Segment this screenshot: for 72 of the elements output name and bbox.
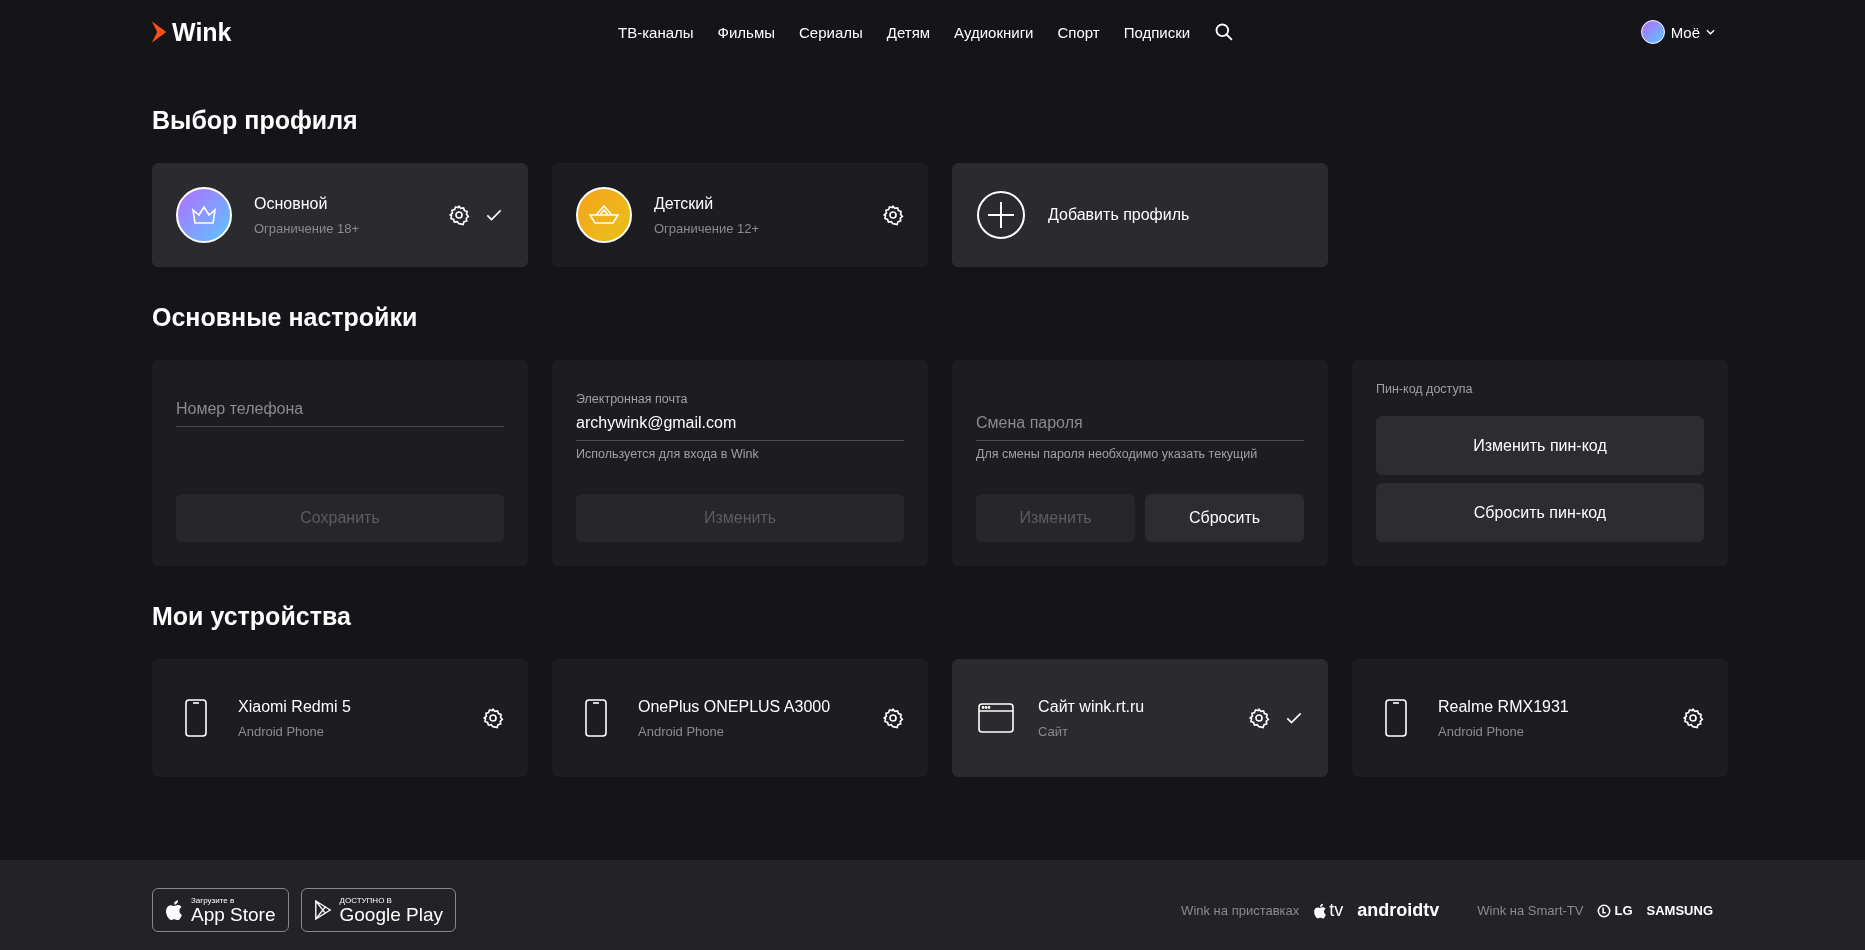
profile-restriction: Ограничение 12+: [654, 220, 761, 236]
device-card[interactable]: Realme RMX1931 Android Phone: [1352, 659, 1728, 777]
phone-input[interactable]: Номер телефона: [176, 392, 504, 427]
password-button[interactable]: Сбросить: [1145, 494, 1304, 542]
device-name: Realme RMX1931: [1438, 697, 1570, 716]
nav-link[interactable]: ТВ-каналы: [618, 23, 694, 41]
smartphone-icon: [585, 699, 607, 737]
add-profile-label: Добавить профиль: [1048, 206, 1190, 224]
device-card[interactable]: Xiaomi Redmi 5 Android Phone: [152, 659, 528, 777]
store-name: Google Play: [339, 904, 443, 924]
crown-avatar-icon: [176, 187, 232, 243]
smartphone-icon: [1385, 699, 1407, 737]
profile-menu-button[interactable]: Моё: [1640, 20, 1715, 44]
email-input[interactable]: archywink@gmail.com: [576, 412, 904, 441]
browser-window-icon: [978, 703, 1014, 733]
section-title: Мои устройства: [152, 602, 352, 631]
password-input[interactable]: Смена пароля: [976, 406, 1304, 441]
profile-restriction: Ограничение 18+: [254, 220, 361, 236]
nav-link[interactable]: Подписки: [1123, 23, 1191, 41]
smartphone-icon: [185, 699, 207, 737]
section-title: Выбор профиля: [152, 106, 359, 135]
badge-caption: ДОСТУПНО В: [339, 896, 393, 905]
paper-boat-avatar-icon: [576, 187, 632, 243]
apple-tv-logo[interactable]: tv: [1313, 900, 1344, 921]
settings-icon[interactable]: [882, 707, 904, 729]
lg-logo[interactable]: LG: [1597, 903, 1633, 918]
app-store-badge[interactable]: ДОСТУПНО В Google Play: [300, 888, 456, 932]
device-type: Android Phone: [1438, 723, 1525, 739]
play-icon: [313, 900, 332, 920]
plus-circle-icon: [976, 190, 1026, 240]
platforms-label: Wink на приставках: [1181, 903, 1300, 918]
pin-button[interactable]: Сбросить пин-код: [1376, 483, 1704, 542]
badge-caption: Загрузите в: [191, 896, 236, 905]
settings-icon[interactable]: [882, 204, 904, 226]
profile-name: Детский: [654, 194, 715, 213]
device-card[interactable]: Сайт wink.rt.ru Сайт: [952, 659, 1328, 777]
device-card[interactable]: OnePlus ONEPLUS A3000 Android Phone: [552, 659, 928, 777]
profile-card[interactable]: Детский Ограничение 12+: [552, 163, 928, 267]
nav-link[interactable]: Детям: [886, 23, 931, 41]
smart-tv-label: Wink на Smart-TV: [1477, 903, 1584, 918]
device-name: Xiaomi Redmi 5: [238, 697, 352, 716]
field-label: Электронная почта: [576, 392, 689, 406]
device-type: Android Phone: [238, 723, 325, 739]
field-hint: Используется для входа в Wink: [576, 447, 760, 461]
pin-label: Пин-код доступа: [1376, 382, 1474, 396]
section-title: Основные настройки: [152, 303, 419, 332]
nav-link[interactable]: Аудиокниги: [954, 23, 1034, 41]
chevron-down-icon: [1706, 29, 1715, 35]
settings-icon[interactable]: [1248, 707, 1270, 729]
settings-icon[interactable]: [448, 204, 470, 226]
device-type: Сайт: [1038, 723, 1069, 739]
add-profile-card[interactable]: Добавить профиль: [952, 163, 1328, 267]
samsung-logo[interactable]: SAMSUNG: [1646, 903, 1713, 918]
settings-icon[interactable]: [482, 707, 504, 729]
device-name: OnePlus ONEPLUS A3000: [638, 697, 832, 716]
profile-name: Основной: [254, 194, 329, 213]
nav-link[interactable]: Спорт: [1057, 23, 1100, 41]
avatar-icon: [1640, 20, 1665, 44]
android-tv-logo[interactable]: androidtv: [1357, 900, 1440, 921]
app-store-badge[interactable]: Загрузите в App Store: [152, 888, 289, 932]
search-icon[interactable]: [1214, 22, 1235, 42]
device-name: Сайт wink.rt.ru: [1038, 697, 1146, 716]
field-hint: Для смены пароля необходимо указать текущий: [976, 447, 1259, 461]
profile-card[interactable]: Основной Ограничение 18+: [152, 163, 528, 267]
device-type: Android Phone: [638, 723, 725, 739]
nav-link[interactable]: Фильмы: [717, 23, 775, 41]
wink-logo[interactable]: Wink: [150, 17, 232, 47]
pin-button[interactable]: Изменить пин-код: [1376, 416, 1704, 475]
store-name: App Store: [191, 904, 276, 924]
nav-link[interactable]: Сериалы: [799, 23, 863, 41]
settings-icon[interactable]: [1682, 707, 1704, 729]
apple-icon: [165, 899, 183, 921]
